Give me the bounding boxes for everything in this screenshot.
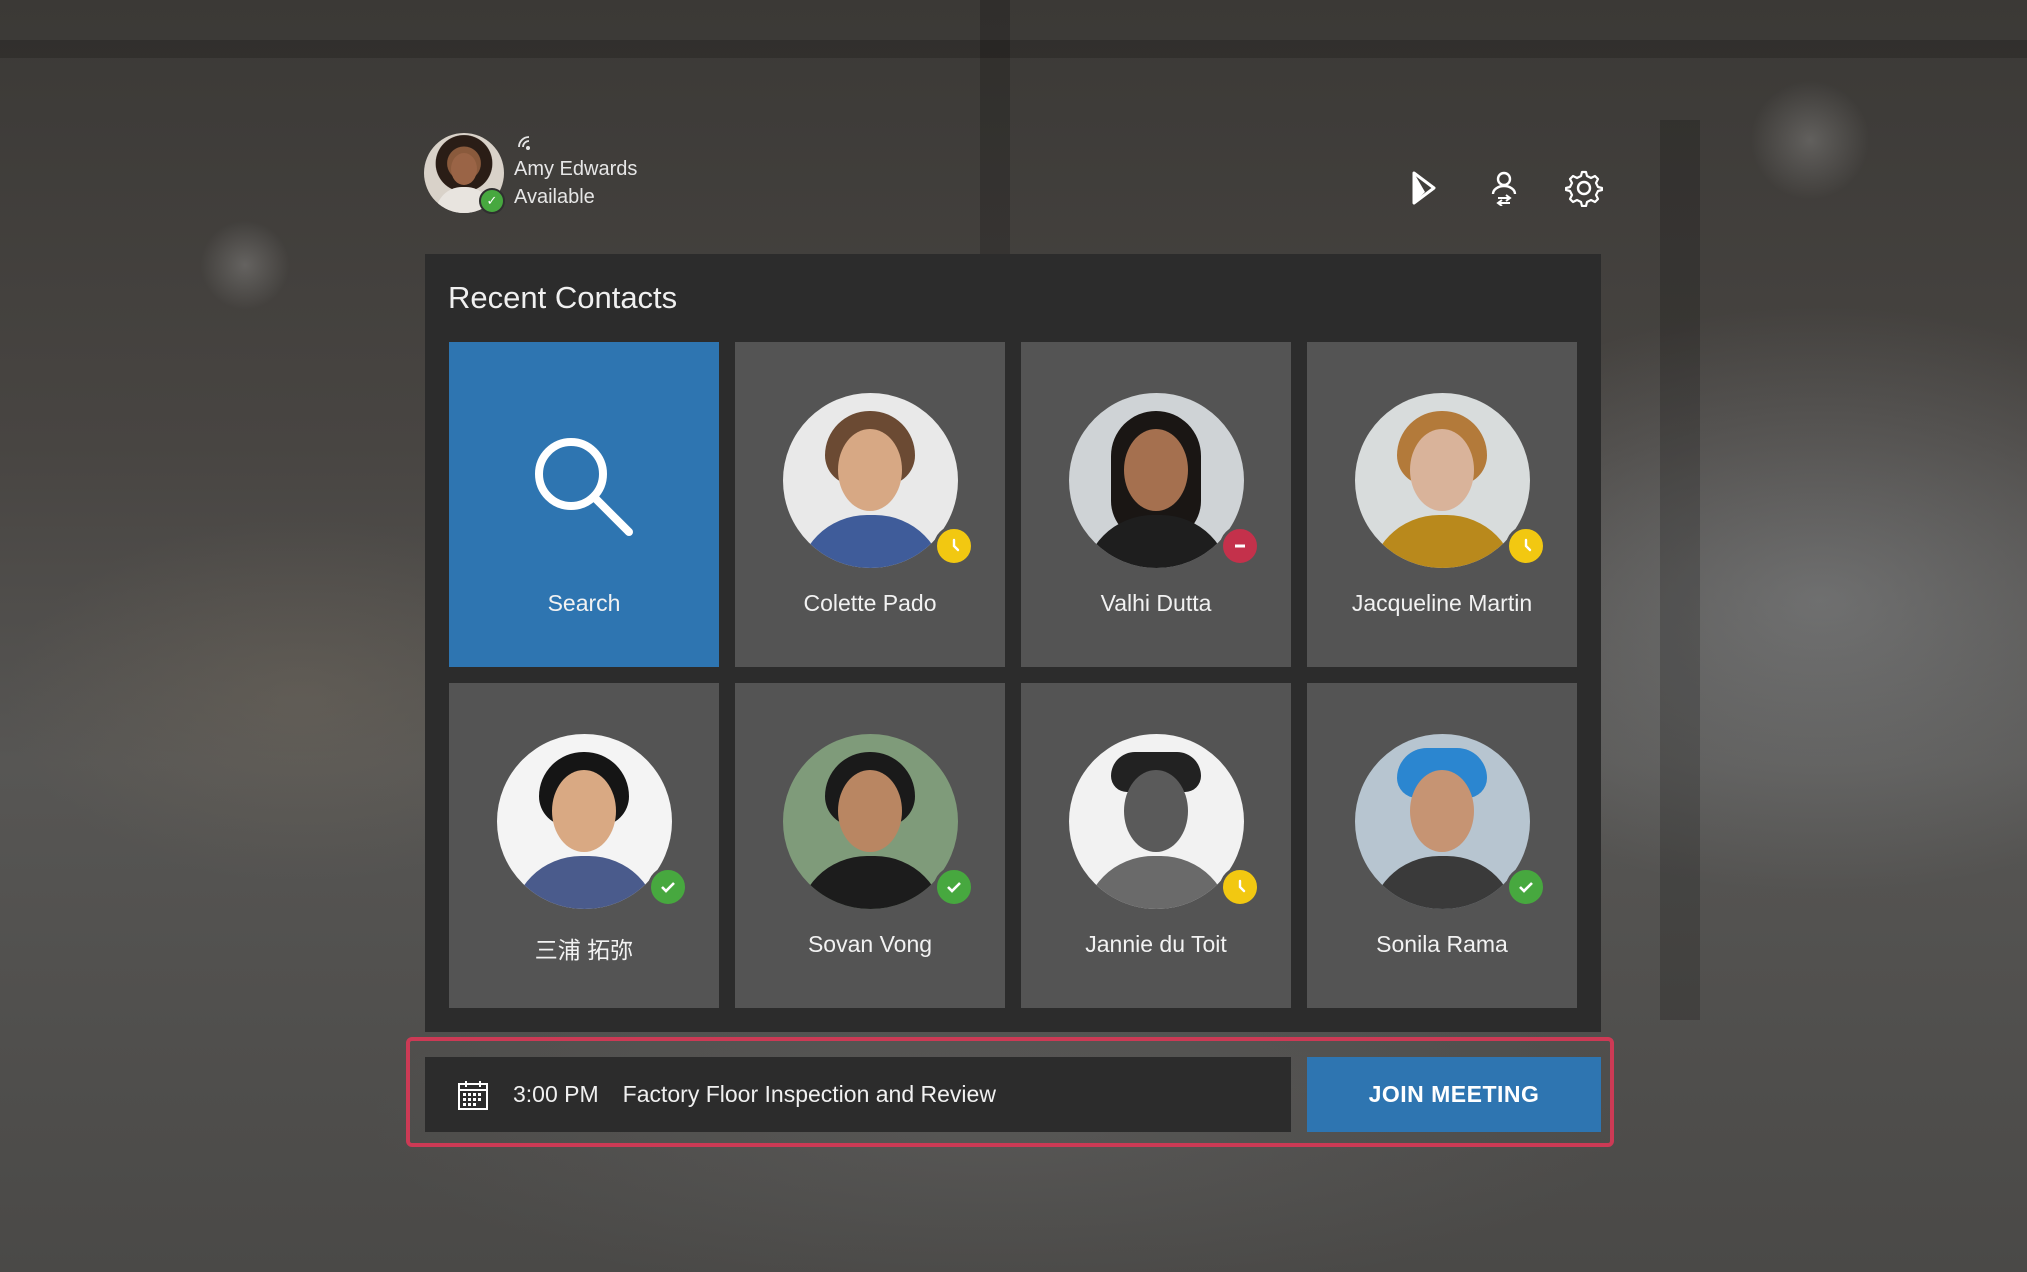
avatar xyxy=(497,734,672,909)
available-status-icon: ✓ xyxy=(479,188,505,214)
contact-name: Sovan Vong xyxy=(807,931,933,957)
background-beam xyxy=(0,40,2027,58)
user-profile[interactable]: ✓ Amy Edwards Available xyxy=(424,131,637,215)
contact-tile[interactable]: Valhi Dutta xyxy=(1021,342,1291,667)
contact-tile[interactable]: Colette Pado xyxy=(735,342,1005,667)
busy-status-icon xyxy=(1220,526,1260,566)
available-status-icon xyxy=(648,867,688,907)
background-beam xyxy=(1660,120,1700,1020)
avatar xyxy=(783,734,958,909)
background-light xyxy=(1750,80,1870,200)
available-status-icon xyxy=(1506,867,1546,907)
contact-switch-icon[interactable] xyxy=(1484,168,1524,208)
avatar xyxy=(1355,393,1530,568)
available-status-icon xyxy=(934,867,974,907)
contact-tile[interactable]: Jannie du Toit xyxy=(1021,683,1291,1008)
avatar xyxy=(1355,734,1530,909)
recent-contacts-panel: Recent Contacts Search Colette Pado Valh… xyxy=(425,254,1601,1032)
away-status-icon xyxy=(1506,526,1546,566)
dynamics-icon[interactable] xyxy=(1404,168,1444,208)
contact-tile[interactable]: Sonila Rama xyxy=(1307,683,1577,1008)
contact-name: Colette Pado xyxy=(803,590,937,616)
contact-name: Valhi Dutta xyxy=(1100,590,1212,616)
contact-tile[interactable]: Sovan Vong xyxy=(735,683,1005,1008)
avatar xyxy=(1069,393,1244,568)
user-status: Available xyxy=(514,186,595,208)
contact-tile[interactable]: Jacqueline Martin xyxy=(1307,342,1577,667)
search-label: Search xyxy=(547,590,621,616)
contact-name: 三浦 拓弥 xyxy=(534,937,634,963)
signal-icon xyxy=(518,136,530,150)
away-status-icon xyxy=(934,526,974,566)
user-name: Amy Edwards xyxy=(514,158,638,180)
background-beam xyxy=(980,0,1010,260)
join-meeting-button[interactable]: JOIN MEETING xyxy=(1307,1057,1601,1132)
avatar[interactable]: ✓ xyxy=(424,133,505,214)
calendar-icon xyxy=(458,1080,488,1110)
gear-icon[interactable] xyxy=(1564,168,1604,208)
avatar xyxy=(1069,734,1244,909)
contact-name: Jannie du Toit xyxy=(1085,931,1227,957)
contact-name: Jacqueline Martin xyxy=(1351,590,1533,616)
panel-title: Recent Contacts xyxy=(448,280,678,315)
away-status-icon xyxy=(1220,867,1260,907)
contact-tile[interactable]: 三浦 拓弥 xyxy=(449,683,719,1008)
search-tile[interactable]: Search xyxy=(449,342,719,667)
background-light xyxy=(200,220,290,310)
search-icon xyxy=(535,438,633,536)
upcoming-meeting: 3:00 PM Factory Floor Inspection and Rev… xyxy=(425,1057,1291,1132)
meeting-time: 3:00 PM xyxy=(513,1081,599,1107)
meeting-title: Factory Floor Inspection and Review xyxy=(622,1081,996,1107)
contact-name: Sonila Rama xyxy=(1376,931,1508,957)
avatar xyxy=(783,393,958,568)
